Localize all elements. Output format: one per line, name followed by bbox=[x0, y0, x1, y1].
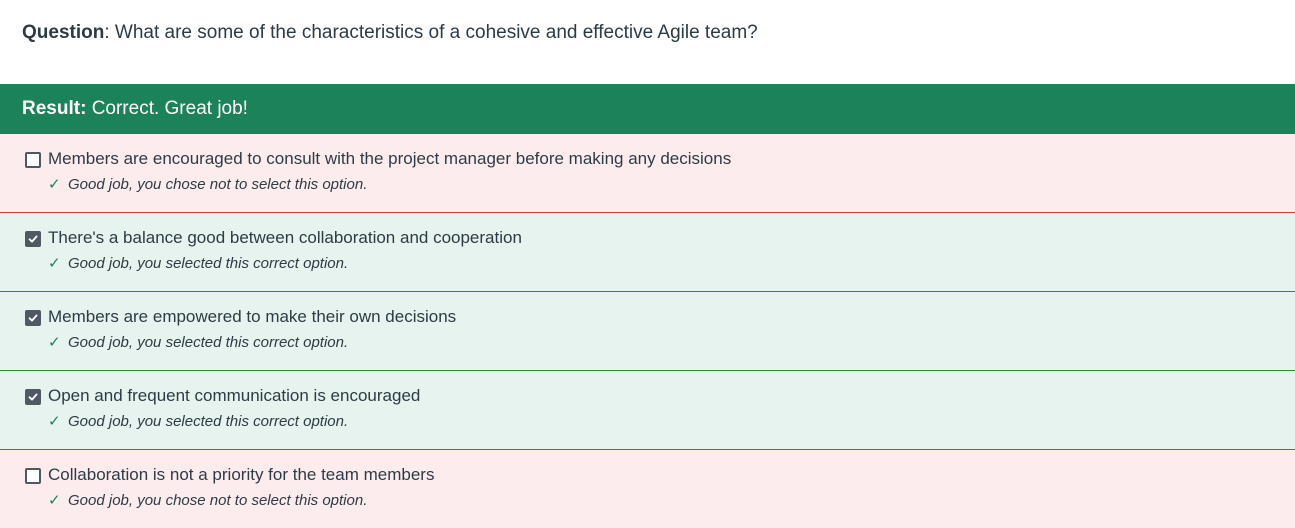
feedback-text: Good job, you selected this correct opti… bbox=[68, 413, 349, 430]
check-icon: ✓ bbox=[48, 176, 61, 193]
checkbox-unchecked-icon[interactable] bbox=[25, 468, 41, 484]
answer-option: Members are encouraged to consult with t… bbox=[0, 134, 1295, 213]
option-text: Members are empowered to make their own … bbox=[48, 307, 457, 326]
question-label: Question bbox=[22, 22, 105, 43]
check-icon: ✓ bbox=[48, 255, 61, 272]
option-text: Members are encouraged to consult with t… bbox=[48, 149, 732, 168]
answer-option: There's a balance good between collabora… bbox=[0, 213, 1295, 292]
question-text: What are some of the characteristics of … bbox=[114, 22, 758, 43]
question-separator: : bbox=[104, 22, 110, 43]
option-feedback: ✓ Good job, you selected this correct opt… bbox=[48, 333, 348, 353]
feedback-text: Good job, you selected this correct opti… bbox=[68, 334, 349, 351]
option-feedback: ✓ Good job, you chose not to select this … bbox=[48, 175, 367, 195]
answer-options: Members are encouraged to consult with t… bbox=[0, 134, 1295, 528]
feedback-text: Good job, you chose not to select this o… bbox=[68, 492, 368, 509]
option-text: Collaboration is not a priority for the … bbox=[48, 465, 435, 484]
question: Question: What are some of the character… bbox=[22, 20, 758, 46]
feedback-text: Good job, you selected this correct opti… bbox=[68, 255, 349, 272]
option-feedback: ✓ Good job, you chose not to select this … bbox=[48, 491, 367, 511]
checkbox-unchecked-icon[interactable] bbox=[25, 152, 41, 168]
result-banner: Result: Correct. Great job! bbox=[0, 84, 1295, 134]
result-label: Result: bbox=[22, 98, 87, 119]
answer-option: Collaboration is not a priority for the … bbox=[0, 450, 1295, 528]
feedback-text: Good job, you chose not to select this o… bbox=[68, 176, 368, 193]
check-icon: ✓ bbox=[48, 413, 61, 430]
result-text: Correct. Great job! bbox=[91, 98, 248, 119]
option-feedback: ✓ Good job, you selected this correct opt… bbox=[48, 254, 348, 274]
check-icon: ✓ bbox=[48, 492, 61, 509]
answer-option: Open and frequent communication is encou… bbox=[0, 371, 1295, 450]
checkbox-checked-icon[interactable] bbox=[25, 389, 41, 405]
option-text: Open and frequent communication is encou… bbox=[48, 386, 421, 405]
check-icon: ✓ bbox=[48, 334, 61, 351]
checkbox-checked-icon[interactable] bbox=[25, 231, 41, 247]
checkbox-checked-icon[interactable] bbox=[25, 310, 41, 326]
quiz-result-page: Question: What are some of the character… bbox=[0, 0, 1295, 528]
answer-option: Members are empowered to make their own … bbox=[0, 292, 1295, 371]
option-text: There's a balance good between collabora… bbox=[48, 228, 522, 247]
option-feedback: ✓ Good job, you selected this correct opt… bbox=[48, 412, 348, 432]
